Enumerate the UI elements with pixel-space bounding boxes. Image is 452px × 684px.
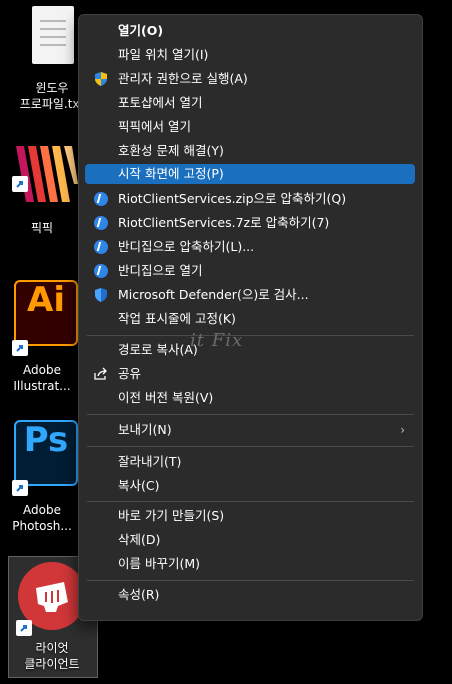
menu-item-label: 바로 가기 만들기(S) [118,508,225,523]
menu-item-rename[interactable]: 이름 바꾸기(M) [85,553,415,575]
bandizip-icon [93,239,109,255]
menu-item-compress-zip[interactable]: RiotClientServices.zip으로 압축하기(Q) [85,188,415,210]
menu-item-copy-as-path[interactable]: 경로로 복사(A) [85,339,415,361]
menu-item-label: 호환성 문제 해결(Y) [118,143,224,158]
menu-item-label: RiotClientServices.7z로 압축하기(7) [118,215,330,230]
shortcut-arrow-icon [16,620,32,636]
photoshop-tile: Ps [14,420,78,486]
desktop-icon-label: Photosh... [12,519,72,533]
menu-item-open-file-location[interactable]: 파일 위치 열기(I) [85,44,415,66]
desktop-icon-label: Adobe [23,503,61,517]
desktop-icon-label: 픽픽 [30,221,54,235]
menu-item-open-in-picpick[interactable]: 픽픽에서 열기 [85,116,415,138]
desktop-icon-label: Illustrat... [13,379,71,393]
share-icon [93,366,109,382]
menu-item-label: 속성(R) [118,587,160,602]
menu-separator [87,335,414,336]
shortcut-arrow-icon [12,480,28,496]
illustrator-tile: Ai [14,280,78,346]
picpick-logo-icon [14,144,78,204]
uac-shield-icon [93,71,109,87]
menu-item-label: 픽픽에서 열기 [118,119,191,134]
menu-item-run-as-admin[interactable]: 관리자 권한으로 실행(A) [85,68,415,90]
menu-item-label: 이전 버전 복원(V) [118,390,214,405]
menu-item-label: RiotClientServices.zip으로 압축하기(Q) [118,191,347,206]
menu-item-open-in-photoshop[interactable]: 포토샵에서 열기 [85,92,415,114]
desktop-icon-label: 라이엇 [35,641,69,655]
menu-item-properties[interactable]: 속성(R) [85,584,415,606]
watermark-text: it Fix [190,330,244,351]
desktop-icon-photoshop[interactable]: Ps Adobe Photosh... [0,418,84,538]
menu-item-cut[interactable]: 잘라내기(T) [85,451,415,473]
menu-item-copy[interactable]: 복사(C) [85,475,415,497]
menu-item-label: 복사(C) [118,478,160,493]
illustrator-logo-text: Ai [27,280,65,320]
menu-item-defender-scan[interactable]: Microsoft Defender(으)로 검사... [85,284,415,306]
menu-item-label: 삭제(D) [118,532,161,547]
menu-item-label: 반디집으로 열기 [118,263,203,278]
desktop-icon-label: Adobe [23,363,61,377]
menu-item-label: 열기(O) [118,23,164,38]
menu-item-open-bandizip[interactable]: 반디집으로 열기 [85,260,415,282]
menu-item-label: 반디집으로 압축하기(L)... [118,239,255,254]
menu-item-label: 경로로 복사(A) [118,342,198,357]
menu-item-create-shortcut[interactable]: 바로 가기 만들기(S) [85,505,415,527]
menu-item-label: 이름 바꾸기(M) [118,556,201,571]
bandizip-icon [93,215,109,231]
shortcut-arrow-icon [12,340,28,356]
context-menu: 열기(O) 파일 위치 열기(I) 관리자 권한으로 실행(A) 포토샵에서 열… [78,14,423,621]
menu-item-label: 공유 [118,366,142,381]
menu-item-share[interactable]: 공유 [85,363,415,385]
menu-item-label: 관리자 권한으로 실행(A) [118,71,248,86]
menu-item-label: 파일 위치 열기(I) [118,47,209,62]
menu-item-compress-7z[interactable]: RiotClientServices.7z로 압축하기(7) [85,212,415,234]
menu-item-label: 작업 표시줄에 고정(K) [118,311,236,326]
menu-item-send-to[interactable]: 보내기(N) › [85,419,415,441]
text-file-icon [32,6,74,64]
chevron-right-icon: › [400,423,405,437]
menu-item-pin-to-taskbar[interactable]: 작업 표시줄에 고정(K) [85,308,415,330]
menu-item-label: 시작 화면에 고정(P) [118,166,224,181]
menu-item-delete[interactable]: 삭제(D) [85,529,415,551]
menu-separator [87,580,414,581]
menu-separator [87,501,414,502]
menu-item-restore-previous-versions[interactable]: 이전 버전 복원(V) [85,387,415,409]
menu-item-troubleshoot-compatibility[interactable]: 호환성 문제 해결(Y) [85,140,415,162]
menu-item-pin-to-start[interactable]: 시작 화면에 고정(P) [85,164,415,184]
desktop-icon-illustrator[interactable]: Ai Adobe Illustrat... [0,278,84,398]
shortcut-arrow-icon [12,176,28,192]
defender-shield-icon [93,287,109,303]
menu-item-label: 포토샵에서 열기 [118,95,203,110]
bandizip-icon [93,191,109,207]
menu-item-label: Microsoft Defender(으)로 검사... [118,287,309,302]
menu-item-label: 보내기(N) [118,422,172,437]
menu-item-compress-bandizip[interactable]: 반디집으로 압축하기(L)... [85,236,415,258]
photoshop-logo-text: Ps [23,420,69,460]
menu-item-label: 잘라내기(T) [118,454,182,469]
menu-separator [87,446,414,447]
menu-separator [87,414,414,415]
desktop-icon-label: 클라이언트 [24,657,80,671]
bandizip-icon [93,263,109,279]
desktop-icon-picpick[interactable]: 픽픽 [0,138,84,238]
menu-item-open[interactable]: 열기(O) [85,20,415,42]
